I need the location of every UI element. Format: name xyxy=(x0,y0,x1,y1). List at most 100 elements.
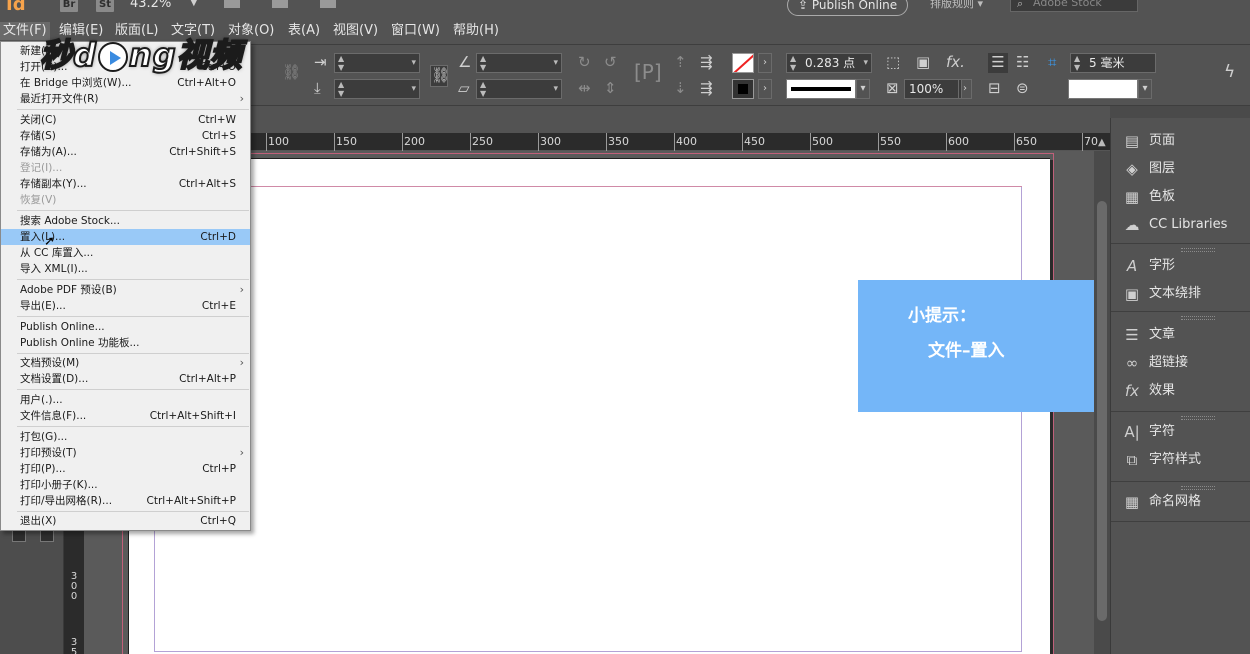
frame-fitting-icon[interactable]: ⬚ xyxy=(886,53,900,71)
menu-item-label: 导出(E)... xyxy=(20,300,66,312)
scroll-up-icon[interactable]: ▲ xyxy=(1098,137,1106,148)
align-left-icon[interactable]: ☰ xyxy=(988,53,1008,73)
zoom-level[interactable]: 43.2% xyxy=(130,0,171,11)
panel-grip[interactable] xyxy=(1181,248,1215,252)
menu-view[interactable]: 视图(V) xyxy=(330,22,381,40)
menu-item-user[interactable]: 用户(.)... xyxy=(1,392,250,408)
panel-item-character-styles[interactable]: ⧉ 字符样式 xyxy=(1121,448,1246,472)
menu-item-exit[interactable]: 退出(X) Ctrl+Q xyxy=(1,513,250,529)
opacity-chevron-icon[interactable]: › xyxy=(958,79,972,99)
constrain-proportions-icon[interactable]: ⛓ xyxy=(282,63,301,81)
select-previous-object-icon[interactable]: ⇶ xyxy=(700,79,713,97)
menu-item-print-export-grid[interactable]: 打印/导出网格(R)... Ctrl+Alt+Shift+P xyxy=(1,493,250,509)
normal-mode-icon[interactable] xyxy=(12,530,26,542)
menu-item-close[interactable]: 关闭(C) Ctrl+W xyxy=(1,112,250,128)
shear-field[interactable]: ▲ ▼ ▾ xyxy=(476,79,562,99)
stroke-type-chevron-icon[interactable]: ▾ xyxy=(856,79,870,99)
select-content-icon[interactable]: ⇣ xyxy=(674,79,687,97)
fx-effects-icon[interactable]: fx. xyxy=(946,53,965,71)
scrollbar-thumb[interactable] xyxy=(1097,201,1107,621)
arrange-documents-icon[interactable] xyxy=(320,0,336,8)
menu-item-place[interactable]: 置入(L)... Ctrl+D xyxy=(1,229,250,245)
menu-item-import-xml[interactable]: 导入 XML(I)... xyxy=(1,261,250,277)
menu-item-print-booklet[interactable]: 打印小册子(K)... xyxy=(1,477,250,493)
opacity-field[interactable]: 100% xyxy=(904,79,962,99)
rotation-field[interactable]: ▲ ▼ ▾ xyxy=(476,53,562,73)
menu-separator xyxy=(17,389,249,390)
screen-mode-icon[interactable] xyxy=(272,0,288,8)
stroke-weight-field[interactable]: ▲ ▼ 0.283 点 ▾ xyxy=(786,53,872,73)
fill-menu-chevron-icon[interactable]: › xyxy=(758,53,772,73)
panel-item-character[interactable]: A| 字符 xyxy=(1121,420,1246,444)
menu-table[interactable]: 表(A) xyxy=(285,22,323,40)
reference-point-icon[interactable]: [P] xyxy=(634,62,662,82)
panel-item-layers[interactable]: ◈ 图层 xyxy=(1121,157,1246,181)
menu-window[interactable]: 窗口(W) xyxy=(388,22,443,40)
align-center-icon[interactable]: ☷ xyxy=(1016,53,1029,71)
panel-item-glyphs[interactable]: A 字形 xyxy=(1121,254,1246,278)
object-style-chevron-icon[interactable]: ▾ xyxy=(1138,79,1152,99)
hyperlink-icon: ∞ xyxy=(1125,354,1139,372)
link-icon[interactable]: ⛓ xyxy=(430,65,450,87)
menu-item-publish-online-panel[interactable]: Publish Online 功能板... xyxy=(1,335,250,351)
panel-item-cc-libraries[interactable]: ☁ CC Libraries xyxy=(1121,213,1246,237)
menu-item-publish-online[interactable]: Publish Online... xyxy=(1,319,250,335)
stroke-type-preview[interactable] xyxy=(786,79,856,99)
chevron-down-icon[interactable]: ▼ xyxy=(190,0,198,8)
panel-item-effects[interactable]: fx 效果 xyxy=(1121,379,1246,403)
panel-item-hyperlinks[interactable]: ∞ 超链接 xyxy=(1121,351,1246,375)
panel-item-text-wrap[interactable]: ▣ 文本绕排 xyxy=(1121,282,1246,306)
menu-item-export[interactable]: 导出(E)... Ctrl+E xyxy=(1,298,250,314)
rotate-cw-icon[interactable]: ↻ xyxy=(578,53,591,71)
menu-item-recent-files[interactable]: 最近打开文件(R) › xyxy=(1,91,250,107)
distribute-vertical-icon[interactable]: ⊟ xyxy=(988,79,1001,97)
distribute-horizontal-icon[interactable]: ⊜ xyxy=(1016,79,1029,97)
flip-horizontal-icon[interactable]: ⇹ xyxy=(578,79,591,97)
menu-item-save-copy[interactable]: 存储副本(Y)... Ctrl+Alt+S xyxy=(1,176,250,192)
menu-item-document-setup[interactable]: 文档设置(D)... Ctrl+Alt+P xyxy=(1,371,250,387)
menu-item-place-from-cc[interactable]: 从 CC 库置入... xyxy=(1,245,250,261)
vertical-scrollbar[interactable]: ▲ xyxy=(1094,137,1110,654)
menu-item-package[interactable]: 打包(G)... xyxy=(1,429,250,445)
menu-item-print[interactable]: 打印(P)... Ctrl+P xyxy=(1,461,250,477)
rotate-ccw-icon[interactable]: ↺ xyxy=(604,53,617,71)
watermark-text-a: 秒d xyxy=(39,35,97,75)
panel-item-swatches[interactable]: ▦ 色板 xyxy=(1121,185,1246,209)
menu-item-pdf-presets[interactable]: Adobe PDF 预设(B) › xyxy=(1,282,250,298)
spacing-field[interactable]: ▲ ▼ 5 毫米 xyxy=(1070,53,1156,73)
select-container-icon[interactable]: ⇡ xyxy=(674,53,687,71)
menu-item-search-adobe-stock[interactable]: 搜索 Adobe Stock... xyxy=(1,213,250,229)
menu-item-print-presets[interactable]: 打印预设(T) › xyxy=(1,445,250,461)
horizontal-ruler[interactable]: 100 150 200 250 300 350 400 450 500 550 … xyxy=(250,133,1110,151)
vertical-ruler[interactable]: 3 0 0 3 5 xyxy=(64,530,84,654)
scale-x-field[interactable]: ▲ ▼ ▾ xyxy=(334,53,420,73)
scale-y-field[interactable]: ▲ ▼ ▾ xyxy=(334,79,420,99)
menu-item-document-presets[interactable]: 文档预设(M) › xyxy=(1,355,250,371)
menu-item-save[interactable]: 存储(S) Ctrl+S xyxy=(1,128,250,144)
publish-online-button[interactable]: ⇪ Publish Online xyxy=(787,0,909,16)
preview-mode-icon[interactable] xyxy=(40,530,54,542)
stroke-menu-chevron-icon[interactable]: › xyxy=(758,79,772,99)
drop-shadow-icon[interactable]: ▣ xyxy=(916,53,930,71)
stock-button[interactable]: St xyxy=(96,0,114,12)
object-style-box[interactable] xyxy=(1068,79,1138,99)
fill-swatch-none[interactable] xyxy=(732,53,754,73)
select-next-object-icon[interactable]: ⇶ xyxy=(700,53,713,71)
flip-vertical-icon[interactable]: ⇕ xyxy=(604,79,617,97)
ruler-label: 650 xyxy=(1016,135,1037,148)
watermark-text-b: ng视频 xyxy=(128,35,243,75)
menu-help[interactable]: 帮助(H) xyxy=(450,22,502,40)
workspace-switcher[interactable]: 排版规则 ▾ xyxy=(930,0,983,11)
menu-item-file-info[interactable]: 文件信息(F)... Ctrl+Alt+Shift+I xyxy=(1,408,250,424)
menu-item-save-as[interactable]: 存储为(A)... Ctrl+Shift+S xyxy=(1,144,250,160)
auto-fit-icon[interactable]: ⌗ xyxy=(1048,53,1056,71)
stroke-swatch-black[interactable] xyxy=(732,79,754,99)
panel-grip[interactable] xyxy=(1181,316,1215,320)
adobe-stock-search[interactable]: ⌕ Adobe Stock xyxy=(1010,0,1138,12)
lightning-bolt-icon[interactable]: ϟ xyxy=(1224,62,1235,82)
bridge-button[interactable]: Br xyxy=(60,0,78,12)
panel-item-story[interactable]: ☰ 文章 xyxy=(1121,323,1246,347)
panel-item-pages[interactable]: ▤ 页面 xyxy=(1121,129,1246,153)
view-options-icon[interactable] xyxy=(224,0,240,8)
panel-item-named-grids[interactable]: ▦ 命名网格 xyxy=(1121,490,1246,514)
